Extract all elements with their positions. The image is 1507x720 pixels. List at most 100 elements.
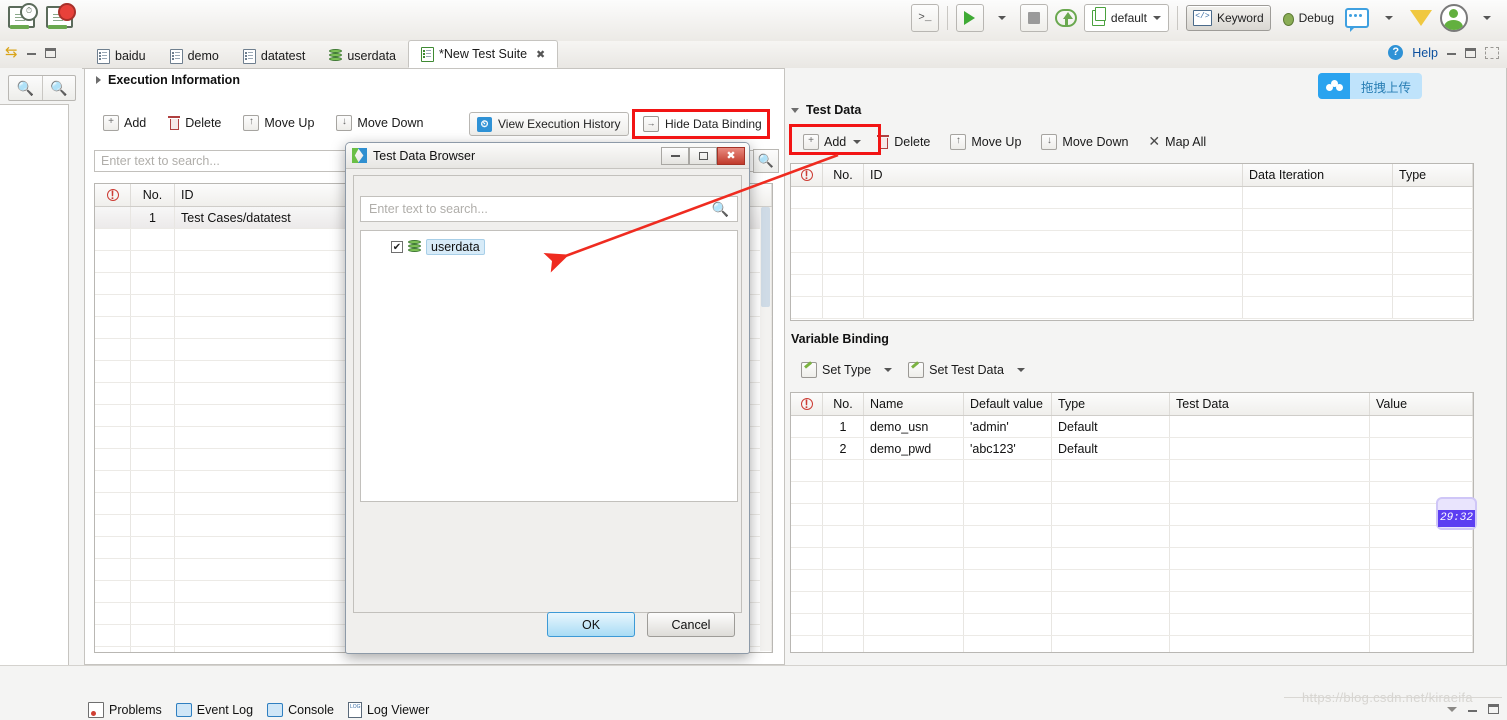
scrollbar-thumb[interactable] <box>761 207 770 307</box>
dialog-title-bar[interactable]: Test Data Browser ✖ <box>346 143 749 169</box>
chevron-down-icon[interactable] <box>1447 706 1457 712</box>
dialog-maximize-button[interactable] <box>689 146 717 165</box>
table-row-empty[interactable] <box>791 297 1473 319</box>
tab-new-test-suite[interactable]: *New Test Suite ✖ <box>408 40 559 68</box>
chevron-down-icon[interactable] <box>791 107 799 113</box>
minimize-icon[interactable] <box>26 50 36 55</box>
table-row-empty[interactable] <box>791 548 1473 570</box>
test-data-move-down-button[interactable]: ↓ Move Down <box>1038 132 1131 152</box>
close-icon[interactable]: ✖ <box>536 48 545 61</box>
execution-information-header[interactable]: Execution Information <box>96 73 240 87</box>
cell-empty <box>1052 504 1170 525</box>
view-execution-history-button[interactable]: ⏲ View Execution History <box>469 112 629 136</box>
upload-button[interactable] <box>1052 4 1080 32</box>
explorer-tree[interactable] <box>0 104 69 718</box>
chevron-down-icon[interactable] <box>884 368 893 372</box>
checkbox[interactable]: ✔ <box>391 241 403 253</box>
table-row-empty[interactable] <box>791 209 1473 231</box>
table-row-empty[interactable] <box>791 592 1473 614</box>
maximize-icon[interactable] <box>44 47 56 58</box>
account-button[interactable] <box>1439 4 1469 32</box>
table-row-empty[interactable] <box>791 570 1473 592</box>
test-data-delete-button[interactable]: Delete <box>874 133 933 151</box>
record-monitor-icon[interactable]: ⏱ <box>6 3 38 35</box>
search-icon[interactable]: 🔍 <box>712 201 729 218</box>
dialog-search-input[interactable]: Enter text to search... 🔍 <box>360 196 738 222</box>
execution-table-scrollbar[interactable] <box>760 207 771 651</box>
minimize-icon[interactable] <box>1468 707 1477 712</box>
gem-button[interactable] <box>1407 4 1435 32</box>
keyword-button[interactable]: </> Keyword <box>1185 5 1271 31</box>
run-dropdown-button[interactable] <box>988 4 1016 32</box>
dialog-close-button[interactable]: ✖ <box>717 146 745 165</box>
test-data-add-button[interactable]: + Add <box>800 132 864 152</box>
variable-binding-table[interactable]: ! No. Name Default value Type Test Data … <box>790 392 1474 653</box>
table-row-empty[interactable] <box>791 504 1473 526</box>
set-test-data-button[interactable]: Set Test Data <box>905 360 1028 380</box>
chevron-down-icon[interactable] <box>853 139 862 144</box>
test-data-table[interactable]: ! No. ID Data Iteration Type <box>790 163 1474 321</box>
comment-dropdown-button[interactable] <box>1375 4 1403 32</box>
table-row[interactable]: 2 demo_pwd 'abc123' Default <box>791 438 1473 460</box>
test-data-move-up-button[interactable]: ↑ Move Up <box>947 132 1024 152</box>
view-tab-problems[interactable]: Problems <box>88 702 162 718</box>
help-link[interactable]: Help <box>1412 46 1438 60</box>
cell-empty <box>1370 592 1473 613</box>
cancel-button[interactable]: Cancel <box>647 612 735 637</box>
view-tab-event-log[interactable]: Event Log <box>175 703 253 717</box>
table-row[interactable]: 1 demo_usn 'admin' Default <box>791 416 1473 438</box>
dialog-minimize-button[interactable] <box>661 146 689 165</box>
link-with-editor-icon[interactable]: ⇆ <box>5 45 18 60</box>
warning-icon: ! <box>800 169 813 181</box>
search-plus-icon[interactable]: 🔍 <box>41 76 76 100</box>
restore-icon[interactable] <box>1485 46 1499 59</box>
chevron-right-icon[interactable] <box>96 76 101 84</box>
baidu-upload-badge[interactable]: 拖拽上传 <box>1318 73 1423 99</box>
execution-delete-button[interactable]: Delete <box>165 114 224 132</box>
minimize-icon[interactable] <box>1447 50 1456 55</box>
cell-empty <box>1052 548 1170 569</box>
capture-monitor-icon[interactable] <box>44 3 76 35</box>
execution-move-up-button[interactable]: ↑ Move Up <box>240 113 317 133</box>
table-row-empty[interactable] <box>791 231 1473 253</box>
comment-button[interactable] <box>1343 4 1371 32</box>
execution-profile-select[interactable]: default <box>1083 4 1169 32</box>
execution-add-button[interactable]: + Add <box>100 113 149 133</box>
ok-button[interactable]: OK <box>547 612 635 637</box>
table-row-empty[interactable] <box>791 253 1473 275</box>
chevron-down-icon[interactable] <box>1016 368 1025 372</box>
tab-userdata[interactable]: userdata <box>317 44 408 68</box>
tree-item-userdata[interactable]: ✔ userdata <box>391 239 737 255</box>
execution-search-icon[interactable]: 🔍 <box>753 149 779 173</box>
stop-button[interactable] <box>1019 4 1048 32</box>
table-row-empty[interactable] <box>791 460 1473 482</box>
view-tab-console[interactable]: Console <box>267 703 334 717</box>
set-type-button[interactable]: Set Type <box>798 360 895 380</box>
tab-datatest[interactable]: datatest <box>231 44 317 68</box>
cell-empty <box>791 275 823 296</box>
table-row-empty[interactable] <box>791 526 1473 548</box>
debug-button[interactable]: Debug <box>1275 4 1339 32</box>
table-row-empty[interactable] <box>791 636 1473 652</box>
maximize-icon[interactable] <box>1488 704 1499 714</box>
table-row-empty[interactable] <box>791 275 1473 297</box>
hide-data-binding-button[interactable]: → Hide Data Binding <box>637 112 768 136</box>
execution-move-down-button[interactable]: ↓ Move Down <box>333 113 426 133</box>
cell-empty <box>131 273 175 294</box>
tab-baidu[interactable]: baidu <box>85 44 158 68</box>
tab-demo[interactable]: demo <box>158 44 231 68</box>
account-dropdown-button[interactable] <box>1473 4 1501 32</box>
dialog-tree[interactable]: ✔ userdata <box>360 230 738 502</box>
table-row-empty[interactable] <box>791 614 1473 636</box>
view-tab-log-viewer[interactable]: Log Viewer <box>347 702 429 718</box>
terminal-button[interactable]: >_ <box>910 4 939 32</box>
search-icon[interactable]: 🔍 <box>9 76 42 100</box>
table-row-empty[interactable] <box>791 187 1473 209</box>
test-data-map-all-button[interactable]: ✕ Map All <box>1145 131 1209 152</box>
run-button[interactable] <box>955 4 984 32</box>
table-row-empty[interactable] <box>791 482 1473 504</box>
maximize-icon[interactable] <box>1465 47 1476 58</box>
cell-empty <box>823 231 864 252</box>
test-data-header[interactable]: Test Data <box>791 103 861 117</box>
cell-empty <box>131 471 175 492</box>
